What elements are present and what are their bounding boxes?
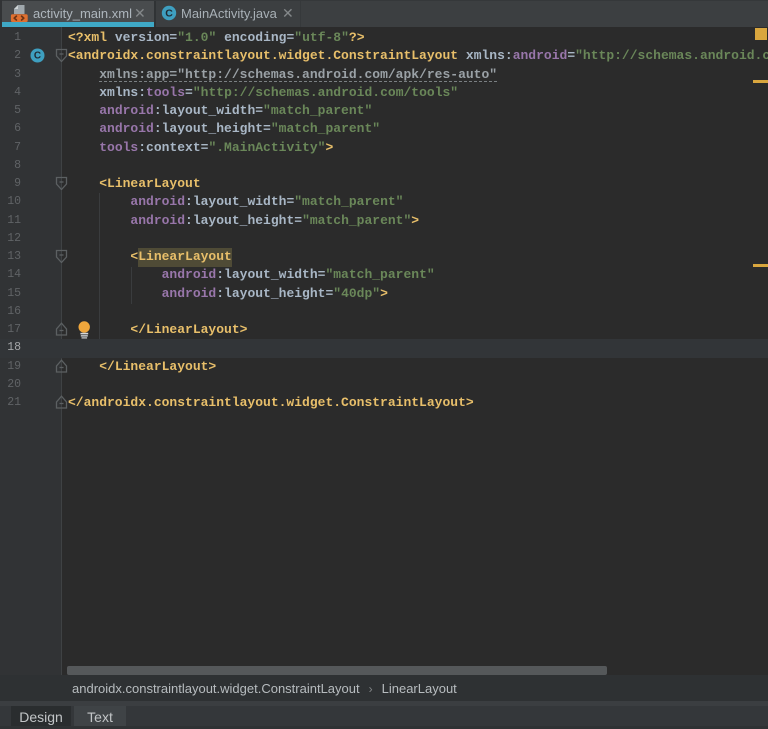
svg-text:C: C (34, 50, 41, 61)
svg-text:C: C (165, 7, 173, 19)
